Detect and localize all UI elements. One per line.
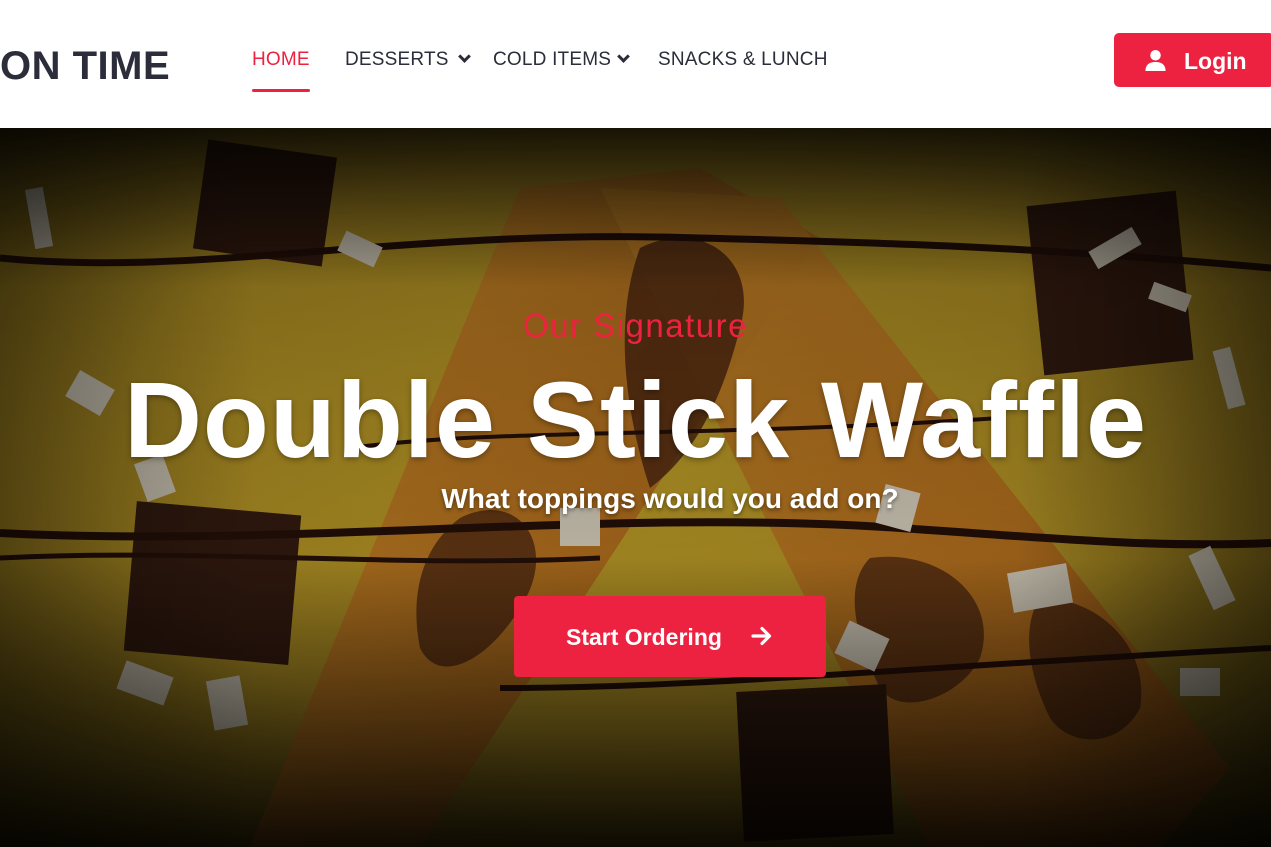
start-ordering-button[interactable]: Start Ordering <box>514 596 826 677</box>
login-label: Login <box>1184 48 1247 74</box>
nav-item-label: HOME <box>252 49 310 70</box>
nav-item-label: COLD ITEMS <box>493 49 612 70</box>
chevron-down-icon <box>457 50 471 63</box>
hero-eyebrow: Our Signature <box>523 307 748 344</box>
arrow-right-icon <box>751 626 772 646</box>
site-header: ON TIME HOME DESSERTS COLD ITEMS SNACKS … <box>0 0 1271 128</box>
login-button[interactable]: Login <box>1114 33 1271 87</box>
start-ordering-label: Start Ordering <box>566 624 722 650</box>
chevron-down-icon <box>617 50 630 63</box>
nav-item-home[interactable]: HOME <box>252 48 310 92</box>
brand-logo[interactable]: ON TIME <box>0 42 170 90</box>
nav-item-label: DESSERTS <box>345 49 449 70</box>
nav-item-label: SNACKS & LUNCH <box>658 49 828 70</box>
nav-item-desserts[interactable]: DESSERTS <box>345 48 471 72</box>
hero-banner: Our Signature Double Stick Waffle What t… <box>0 128 1271 847</box>
hero-title: Double Stick Waffle <box>123 359 1148 480</box>
user-icon <box>1145 49 1166 72</box>
hero-subtitle: What toppings would you add on? <box>441 483 899 514</box>
nav-item-cold-items[interactable]: COLD ITEMS <box>493 48 630 72</box>
hero-content: Our Signature Double Stick Waffle What t… <box>0 128 1271 847</box>
nav-item-snacks-lunch[interactable]: SNACKS & LUNCH <box>658 48 828 72</box>
